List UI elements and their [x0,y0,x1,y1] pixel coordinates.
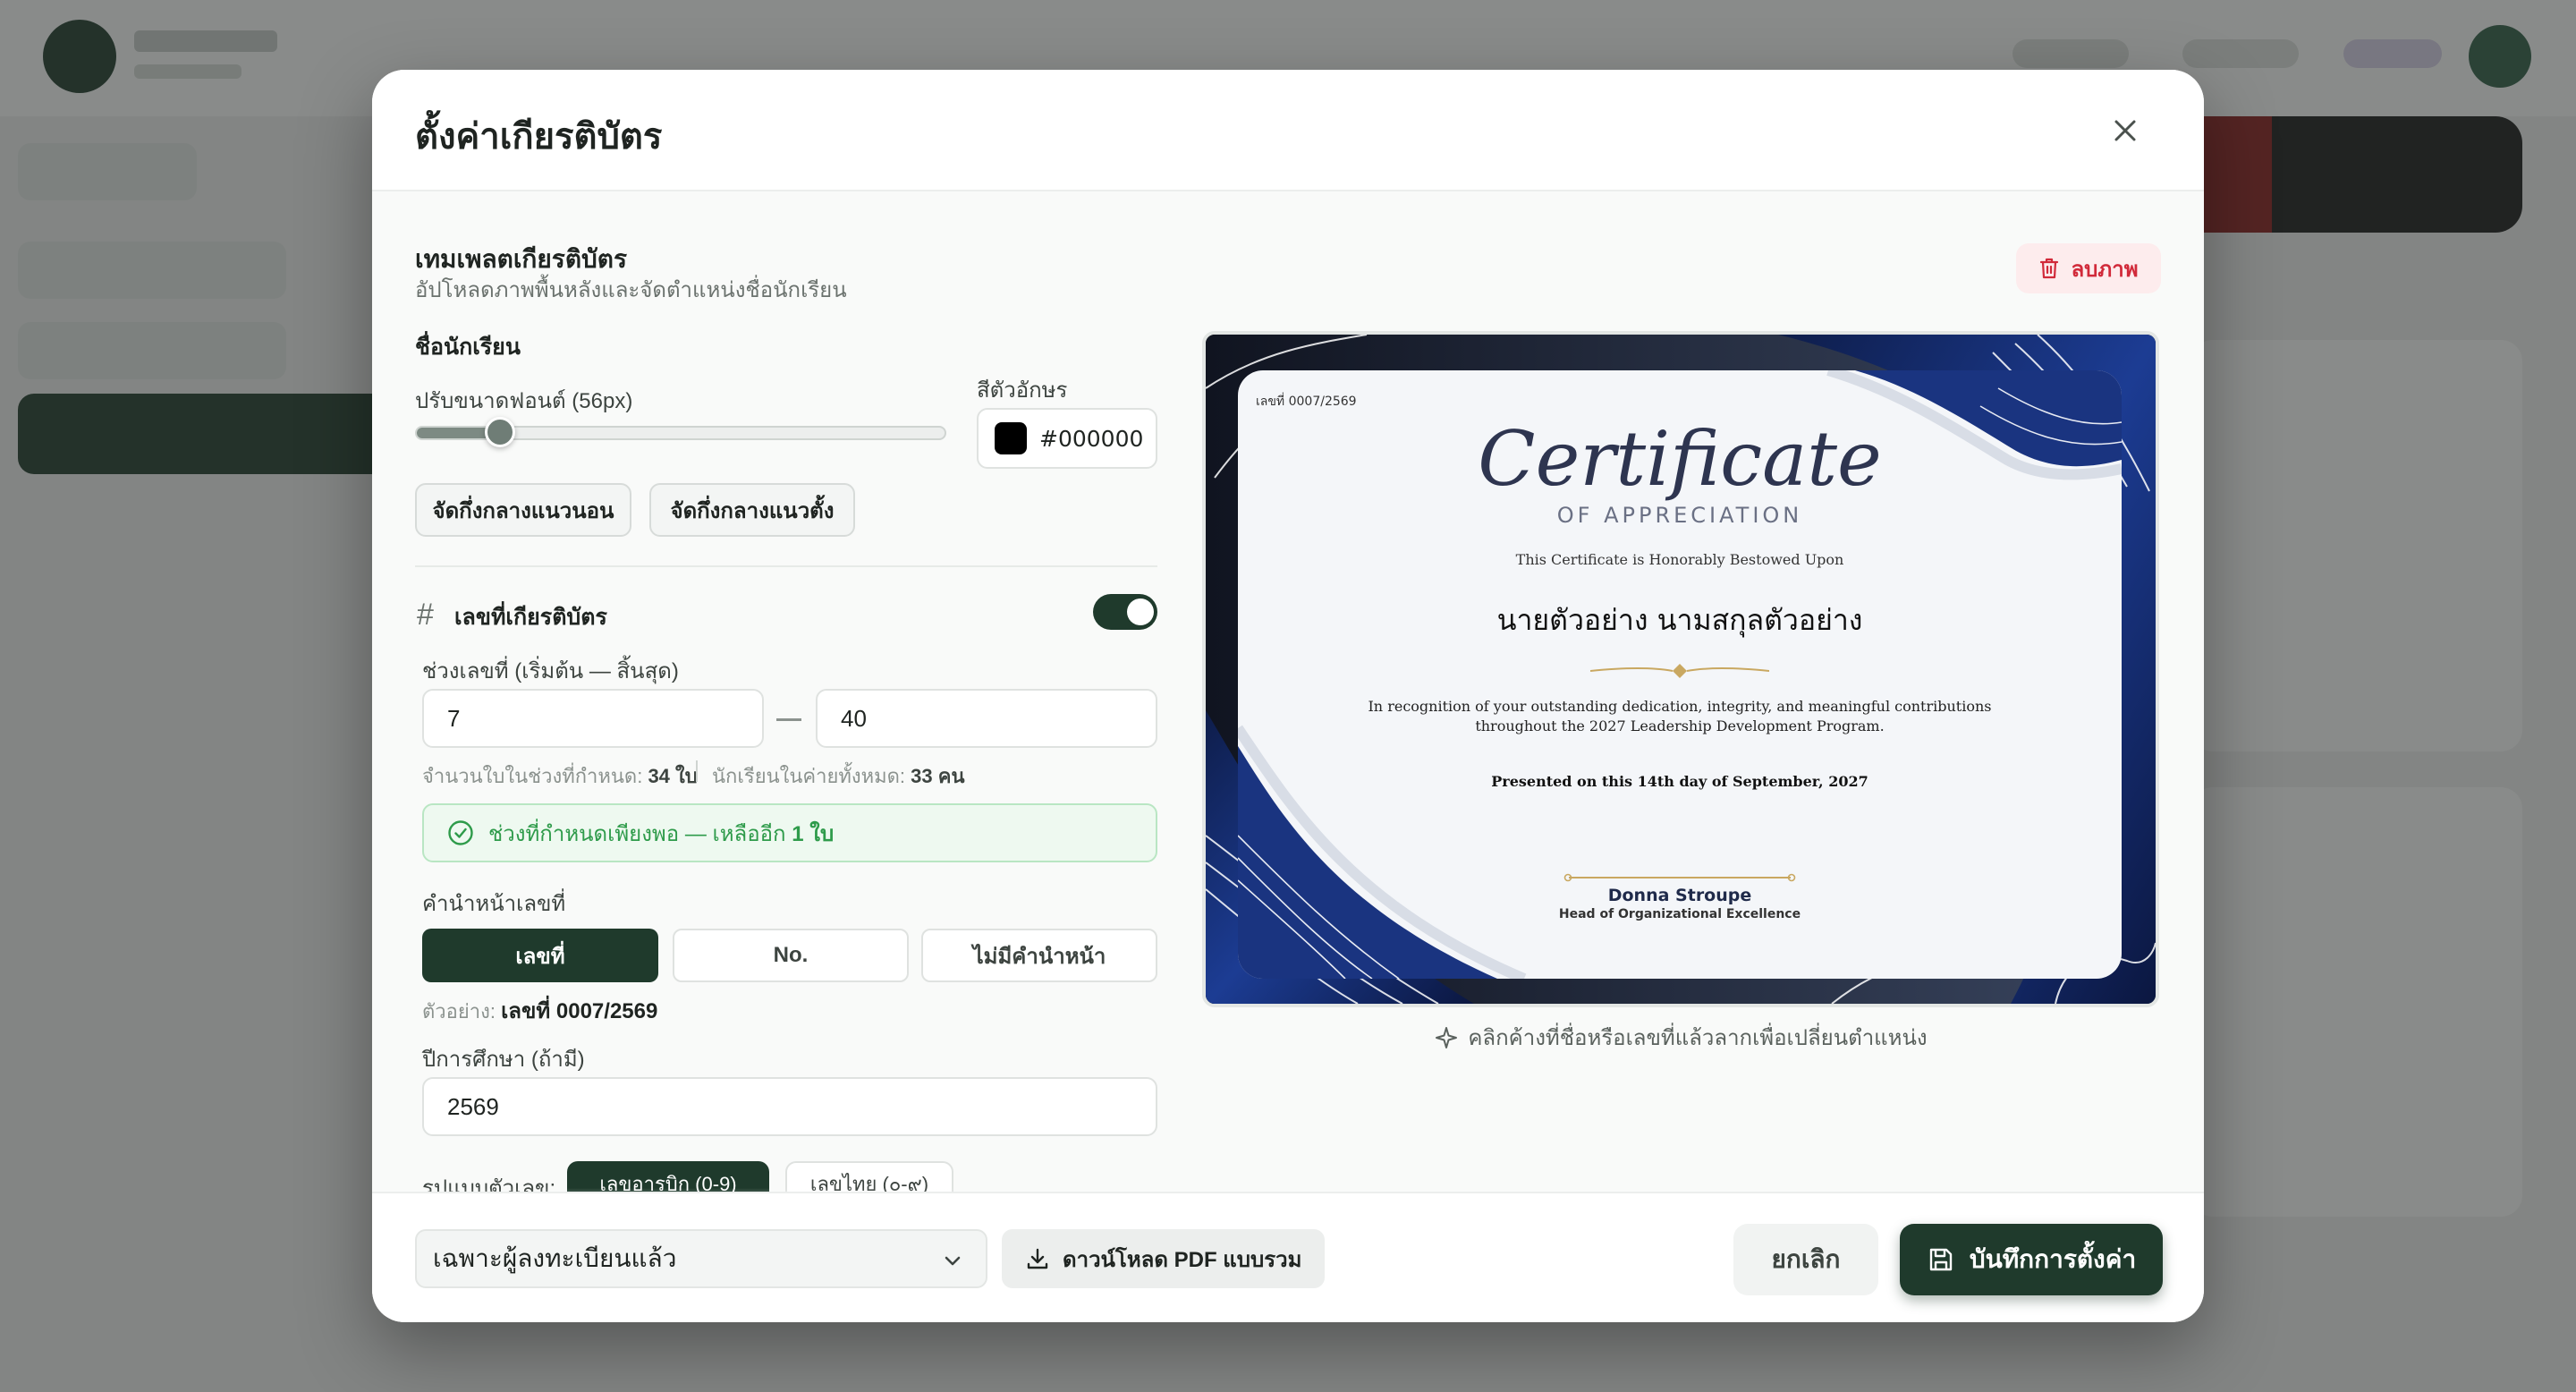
example-value: เลขที่ 0007/2569 [501,999,658,1023]
download-pdf-button[interactable]: ดาวน์โหลด PDF แบบรวม [1002,1229,1326,1288]
sparkle-icon [1436,1026,1458,1048]
preview-presented: Presented on this 14th day of September,… [1491,773,1868,790]
example-hint: ตัวอย่าง: เลขที่ 0007/2569 [422,993,657,1028]
hash-icon: # [417,598,434,632]
cancel-button[interactable]: ยกเลิก [1733,1224,1878,1295]
chevron-down-icon [945,1256,961,1266]
modal-header: ตั้งค่าเกียรติบัตร [372,70,2204,191]
save-settings-label: บันทึกการตั้งค่า [1969,1245,2137,1273]
close-button[interactable] [2100,106,2150,156]
prefix-label: คำนำหน้าเลขที่ [422,892,566,916]
preview-body-line2: throughout the 2027 Leadership Developme… [1475,717,1885,734]
success-text: ช่วงที่กำหนดเพียงพอ — เหลืออีก [488,821,786,846]
count-value: 34 ใบ [648,765,698,787]
range-end-input[interactable]: 40 [816,689,1157,748]
range-label: ช่วงเลขที่ (เริ่มต้น — สิ้นสุด) [422,659,679,683]
range-start-input[interactable]: 7 [422,689,764,748]
preview-bestowed: This Certificate is Honorably Bestowed U… [1515,551,1844,568]
center-vertical-button[interactable]: จัดกึ่งกลางแนวตั้ง [649,483,855,537]
close-icon [2114,120,2136,141]
trash-icon [2040,258,2059,279]
color-hex-value: #000000 [1039,425,1144,452]
color-swatch [995,422,1027,454]
preview-signer-title: Head of Organizational Excellence [1558,907,1801,921]
range-success-alert: ช่วงที่กำหนดเพียงพอ — เหลืออีก 1 ใบ [422,803,1157,862]
delete-image-label: ลบภาพ [2071,257,2139,282]
certificate-preview: เลขที่ 0007/2569 Certificate OF APPRECIA… [1202,331,2159,1007]
save-settings-button[interactable]: บันทึกการตั้งค่า [1900,1224,2163,1295]
cert-number-toggle[interactable] [1093,594,1157,630]
range-dash [776,718,801,721]
font-size-slider-thumb[interactable] [485,417,516,447]
toggle-knob [1127,598,1154,625]
text-color-label: สีตัวอักษร [977,378,1068,403]
preview-title-sub: OF APPRECIATION [1556,503,1803,528]
save-icon [1929,1248,1953,1271]
hint-separator [696,760,698,782]
preview-cert-number[interactable]: เลขที่ 0007/2569 [1256,392,1357,412]
preview-recipient-name[interactable]: นายตัวอย่าง นามสกุลตัวอย่าง [1238,598,2122,643]
students-label: นักเรียนในค่ายทั้งหมด: [712,765,906,787]
preview-signer-name: Donna Stroupe [1607,886,1752,905]
font-size-label: ปรับขนาดฟอนต์ (56px) [415,389,633,413]
academic-year-input[interactable]: 2569 [422,1077,1157,1136]
ornament-divider [1590,664,1769,678]
preview-title-script: Certificate [1478,415,1882,503]
download-icon [1027,1248,1048,1269]
prefix-option-none[interactable]: ไม่มีคำนำหน้า [921,929,1157,982]
preview-hint-text: คลิกค้างที่ชื่อหรือเลขที่แล้วลากเพื่อเปล… [1468,1026,1928,1050]
prefix-option-no[interactable]: No. [673,929,909,982]
modal-footer: เฉพาะผู้ลงทะเบียนแล้ว ดาวน์โหลด PDF แบบร… [372,1192,2204,1322]
prefix-option-thai[interactable]: เลขที่ [422,929,658,982]
certificate-settings-modal: ตั้งค่าเกียรติบัตร เทมเพลตเกียรติบัตร อั… [372,70,2204,1322]
count-label: จำนวนใบในช่วงที่กำหนด: [422,765,643,787]
success-value: 1 ใบ [792,821,835,846]
preview-body-line1: In recognition of your outstanding dedic… [1368,698,1992,715]
download-pdf-label: ดาวน์โหลด PDF แบบรวม [1063,1247,1302,1272]
cert-number-heading: เลขที่เกียรติบัตร [454,605,607,630]
check-circle-icon [448,820,473,845]
filter-select[interactable]: เฉพาะผู้ลงทะเบียนแล้ว [415,1229,987,1288]
students-value: 33 คน [911,765,965,787]
count-hint: จำนวนใบในช่วงที่กำหนด: 34 ใบ [422,760,698,792]
preview-drag-hint: คลิกค้างที่ชื่อหรือเลขที่แล้วลากเพื่อเปล… [1202,1020,2159,1055]
certificate-card: เลขที่ 0007/2569 Certificate OF APPRECIA… [1238,370,2122,979]
modal-title: ตั้งค่าเกียรติบัตร [415,117,663,157]
student-name-heading: ชื่อนักเรียน [415,335,521,360]
signature-line [1563,873,1796,882]
year-label: ปีการศึกษา (ถ้ามี) [422,1048,585,1072]
delete-image-button[interactable]: ลบภาพ [2016,243,2161,293]
example-label: ตัวอย่าง: [422,1000,496,1023]
center-horizontal-button[interactable]: จัดกึ่งกลางแนวนอน [415,483,631,537]
section-divider [415,565,1157,567]
template-section-subtitle: อัปโหลดภาพพื้นหลังและจัดตำแหน่งชื่อนักเร… [415,278,847,302]
text-color-picker[interactable]: #000000 [977,408,1157,469]
students-hint: นักเรียนในค่ายทั้งหมด: 33 คน [712,760,964,792]
filter-select-value: เฉพาะผู้ลงทะเบียนแล้ว [433,1244,677,1272]
